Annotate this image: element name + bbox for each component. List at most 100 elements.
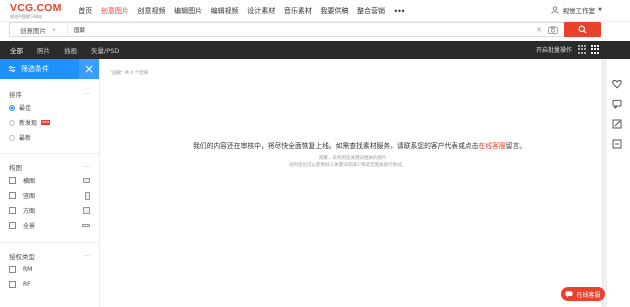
main-nav: 首页 创意图片 创意视频 编辑图片 编辑视频 设计素材 音乐素材 我要供稿 整合…	[74, 0, 405, 22]
view-toggle	[574, 45, 600, 54]
license-option-label: RM	[23, 266, 33, 273]
tab-photos[interactable]: 照片	[37, 45, 50, 55]
search-input[interactable]	[68, 23, 537, 36]
sort-option-new-discovery[interactable]: 新发现 new	[9, 115, 90, 130]
nav-marketing[interactable]: 整合营销	[357, 6, 385, 16]
filter-sliders-icon	[8, 66, 16, 72]
composition-option-panorama[interactable]: 全景	[9, 218, 90, 233]
nav-design-assets[interactable]: 设计素材	[247, 6, 275, 16]
user-name: 视觉工作室	[562, 7, 596, 15]
grid-large-view-icon[interactable]	[591, 45, 600, 54]
user-icon	[551, 6, 559, 14]
type-tab-bar: 全部 照片 插画 矢量/PSD 开启批量操作	[0, 41, 630, 59]
no-results-message: 抱歉，未找到您关键词相关的图片	[319, 156, 387, 161]
camera-search-icon[interactable]	[548, 25, 558, 34]
tab-illustrations[interactable]: 插画	[64, 45, 77, 55]
online-service-button[interactable]: 在线客服	[561, 287, 605, 301]
feedback-icon[interactable]	[612, 119, 622, 129]
sort-section: 排序 ··· 最佳 新发现 new 最新	[0, 79, 99, 145]
close-filter-button[interactable]	[79, 59, 99, 79]
vertical-shape-icon	[85, 192, 90, 200]
composition-option-label: 方图	[23, 208, 36, 215]
license-option-label: RF	[23, 281, 31, 288]
logo[interactable]: VCG.COM 视觉中国旗下网站	[10, 3, 70, 21]
nav-editorial-video[interactable]: 编辑视频	[211, 6, 239, 16]
panorama-shape-icon	[82, 224, 90, 227]
clear-icon[interactable]: ✕	[536, 26, 542, 34]
online-service-link[interactable]: 在线客服	[478, 142, 505, 150]
nav-home[interactable]: 首页	[78, 6, 92, 16]
composition-option-label: 全景	[23, 223, 36, 230]
nav-creative-images[interactable]: 创意图片	[101, 6, 129, 16]
nav-editorial-images[interactable]: 编辑图片	[174, 6, 202, 16]
square-shape-icon	[83, 207, 90, 214]
checkbox-icon	[9, 177, 16, 184]
search-row: 创意图片 ∨ ✕	[0, 22, 630, 41]
comment-icon[interactable]	[612, 99, 622, 109]
search-scope-select[interactable]: 创意图片 ∨	[10, 23, 68, 36]
horizontal-shape-icon	[83, 178, 90, 183]
close-icon	[85, 65, 93, 73]
checkbox-icon	[9, 281, 16, 288]
composition-section: 构图 ··· 横图 竖图 方图 全景	[0, 154, 99, 233]
sort-option-label: 最新	[19, 135, 32, 142]
sort-title: 排序	[9, 91, 22, 99]
composition-option-horizontal[interactable]: 横图	[9, 173, 90, 188]
sort-more-icon[interactable]: ···	[84, 91, 90, 98]
sort-title-row: 排序 ···	[9, 88, 90, 100]
right-tool-rail	[607, 59, 630, 307]
composition-option-square[interactable]: 方图	[9, 203, 90, 218]
composition-more-icon[interactable]: ···	[84, 164, 90, 171]
composition-option-label: 竖图	[23, 193, 36, 200]
online-service-label: 在线客服	[576, 291, 601, 299]
license-option-rm[interactable]: RM	[9, 262, 90, 277]
radio-icon	[9, 134, 15, 141]
search-scope-label: 创意图片	[20, 26, 46, 35]
result-count: "国献" 共 0 个结果	[110, 71, 149, 76]
search-icon	[578, 25, 587, 34]
filter-sidebar: 筛选条件 排序 ··· 最佳 新发现 new 最新 构图 ··· 横图 竖图 方…	[0, 59, 100, 307]
license-title-row: 授权类型 ···	[9, 250, 90, 262]
checkbox-icon	[9, 207, 16, 214]
heart-icon[interactable]	[612, 79, 622, 89]
sort-option-label: 新发现	[19, 120, 38, 127]
tab-all[interactable]: 全部	[10, 45, 23, 55]
search-button[interactable]	[564, 22, 601, 37]
type-tabs: 全部 照片 插画 矢量/PSD	[0, 45, 133, 55]
sort-option-latest[interactable]: 最新	[9, 130, 90, 145]
logo-subtitle: 视觉中国旗下网站	[10, 14, 42, 19]
new-badge: new	[41, 120, 51, 125]
share-icon[interactable]	[612, 139, 622, 149]
filter-header: 筛选条件	[0, 59, 99, 79]
checkbox-icon	[9, 266, 16, 273]
checkbox-icon	[9, 222, 16, 229]
license-option-rf[interactable]: RF	[9, 277, 90, 292]
nav-music-assets[interactable]: 音乐素材	[284, 6, 312, 16]
license-section: 授权类型 ··· RM RF	[0, 243, 99, 292]
nav-contribute[interactable]: 我要供稿	[320, 6, 348, 16]
logo-text: VCG.COM	[10, 2, 62, 14]
vcg-search-page: VCG.COM 视觉中国旗下网站 首页 创意图片 创意视频 编辑图片 编辑视频 …	[0, 0, 630, 307]
radio-icon	[9, 119, 15, 126]
tab-vector-psd[interactable]: 矢量/PSD	[91, 45, 119, 55]
no-results-hint: 同时您也可以使用同义关键词或减少筛选范围再进行尝试。	[289, 163, 406, 168]
checkbox-icon	[9, 192, 16, 199]
search-box: 创意图片 ∨ ✕	[9, 22, 565, 37]
chevron-down-icon: ∨	[52, 26, 56, 33]
license-more-icon[interactable]: ···	[84, 253, 90, 260]
more-menu-icon[interactable]: •••	[393, 7, 405, 16]
nav-creative-video[interactable]: 创意视频	[137, 6, 165, 16]
composition-title-row: 构图 ···	[9, 161, 90, 173]
composition-option-vertical[interactable]: 竖图	[9, 188, 90, 203]
license-title: 授权类型	[9, 253, 35, 261]
grid-small-view-icon[interactable]	[578, 45, 587, 54]
bulk-operation-button[interactable]: 开启批量操作	[536, 45, 572, 54]
sort-option-best[interactable]: 最佳	[9, 100, 90, 115]
composition-title: 构图	[9, 164, 22, 172]
radio-selected-icon	[9, 104, 15, 111]
user-menu[interactable]: 视觉工作室 ▼	[551, 5, 602, 15]
filter-title: 筛选条件	[21, 65, 49, 73]
review-notice: 我们的内容还在审核中，将尽快全面恢复上线。如需查找素材服务，请联系您的客户代表或…	[193, 140, 526, 150]
chat-icon	[565, 290, 573, 298]
top-nav: VCG.COM 视觉中国旗下网站 首页 创意图片 创意视频 编辑图片 编辑视频 …	[0, 0, 630, 22]
